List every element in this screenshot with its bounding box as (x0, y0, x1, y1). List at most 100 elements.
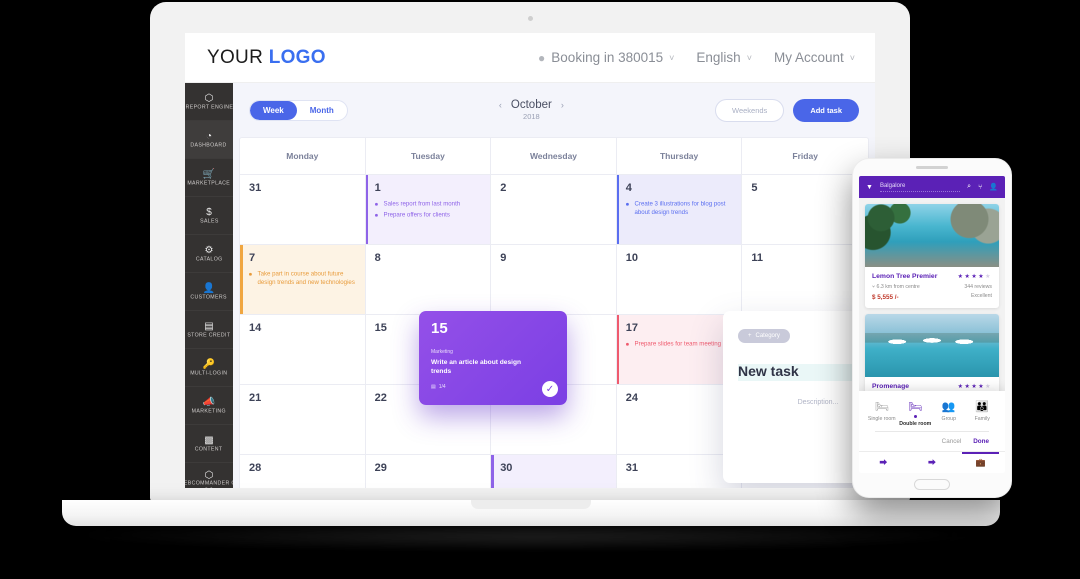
sheet-actions: Cancel Done (865, 432, 999, 445)
cell-task-item[interactable]: Prepare slides for team meeting (625, 340, 732, 349)
hotel-card[interactable]: Lemon Tree Premier ★★★★★ ⑂ 6.3 km from cen… (865, 204, 999, 308)
cell-task-list: Sales report from last month Prepare offe… (374, 200, 482, 220)
laptop-base (62, 500, 1000, 526)
weekends-button[interactable]: Weekends (715, 98, 785, 122)
cell-accent-bar (491, 455, 494, 488)
day-number: 29 (374, 462, 387, 474)
search-icon[interactable]: ⌕ (967, 183, 971, 191)
cell-task-item[interactable]: Sales report from last month (374, 200, 481, 209)
phone-home-button[interactable] (914, 479, 950, 490)
nav-item-0[interactable]: ⮕ (859, 452, 908, 473)
cell-accent-bar (616, 175, 620, 244)
cell-task-item[interactable]: Prepare offers for clients (374, 211, 481, 220)
tab-month[interactable]: Month (297, 101, 347, 120)
calendar-cell-11[interactable]: 11 (742, 244, 868, 314)
day-number: 8 (374, 252, 381, 264)
calendar-cell-28[interactable]: 28 (240, 454, 366, 488)
cell-task-item[interactable]: Take part in course about future design … (249, 270, 355, 287)
sidebar-item-label: DASHBOARD (190, 141, 228, 148)
calendar-cell-14[interactable]: 14 (240, 314, 366, 384)
calendar-cell-10[interactable]: 10 (616, 244, 743, 314)
calendar-cell-1[interactable]: 1 Sales report from last month Prepare off… (365, 174, 492, 244)
calendar-cell-30[interactable]: 30 (491, 454, 617, 488)
next-month-button[interactable]: › (561, 100, 564, 110)
sidebar-item-marketing[interactable]: 📣 MARKETING (185, 387, 233, 425)
task-card-progress: ▤ 1/4 (431, 384, 555, 390)
task-complete-icon[interactable]: ✓ (542, 381, 558, 397)
cancel-button[interactable]: Cancel (942, 438, 962, 445)
prev-month-button[interactable]: ‹ (499, 100, 502, 110)
room-option-label: Single room (867, 416, 896, 422)
account-menu[interactable]: My Account ˅ (774, 50, 855, 65)
webcam-icon (527, 16, 533, 21)
chevron-down-icon: ˅ (746, 52, 752, 63)
photo-detail (865, 204, 999, 267)
day-header-tuesday: Tuesday (366, 138, 492, 174)
search-input[interactable]: Balgalore (879, 183, 961, 192)
map-pin-icon[interactable]: ⑂ (978, 184, 982, 191)
room-option-single-room[interactable]: 🛏 Single room (865, 400, 899, 427)
calendar-cell-8[interactable]: 8 (365, 244, 492, 314)
current-month: October (510, 99, 552, 111)
tab-week[interactable]: Week (250, 100, 297, 120)
sidebar-item-dashboard[interactable]: ◔ DASHBOARD (185, 121, 233, 159)
language-label: English (696, 50, 741, 65)
bullet-icon (625, 342, 629, 346)
room-option-family[interactable]: 👪 Family (966, 400, 1000, 427)
room-option-group[interactable]: 👥 Group (932, 400, 966, 427)
add-task-button[interactable]: Add task (793, 98, 859, 122)
cell-accent-bar (240, 245, 243, 314)
sidebar-item-store-credit[interactable]: ▤ STORE CREDIT (185, 311, 233, 349)
laptop-screen: YOUR LOGO ● Booking in 380015 ˅ English … (185, 33, 875, 488)
filter-icon[interactable]: ▼ (866, 184, 873, 191)
done-button[interactable]: Done (973, 438, 989, 445)
view-toggle[interactable]: Week Month (249, 99, 348, 121)
language-selector[interactable]: English ˅ (696, 50, 752, 65)
calendar-cell-31[interactable]: 31 (240, 174, 366, 244)
sidebar-item-customers[interactable]: 👤 CUSTOMERS (185, 273, 233, 311)
task-card-15[interactable]: 15 Marketing Write an article about desi… (419, 311, 567, 405)
laptop-notch (471, 500, 591, 509)
star-rating-icon: ★★★★★ (957, 274, 992, 280)
task-card-day: 15 (431, 320, 448, 337)
sidebar-item-report-engine[interactable]: ⬡ REPORT ENGINE (185, 83, 233, 121)
category-chip[interactable]: + Category (738, 329, 790, 343)
nav-item-2[interactable]: 💼 (956, 452, 1005, 473)
sidebar-icon: ⬡ (204, 92, 214, 104)
sidebar-item-sales[interactable]: $ SALES (185, 197, 233, 235)
location-selector[interactable]: ● Booking in 380015 ˅ (538, 50, 674, 65)
sidebar-item-marketplace[interactable]: 🛒 MARKETPLACE (185, 159, 233, 197)
sidebar-icon: ◔ (205, 130, 213, 142)
calendar-cell-5[interactable]: 5 (742, 174, 868, 244)
calendar-cell-29[interactable]: 29 (365, 454, 492, 488)
sidebar-item-multi-login[interactable]: 🔑 MULTI-LOGIN (185, 349, 233, 387)
hotel-photo (865, 314, 999, 377)
bullet-icon (374, 202, 378, 206)
nav-item-1[interactable]: ⮕ (908, 452, 957, 473)
day-number: 31 (249, 182, 262, 194)
laptop-lid: YOUR LOGO ● Booking in 380015 ˅ English … (150, 2, 910, 502)
room-option-double-room[interactable]: 🛏 Double room (899, 400, 933, 427)
site-logo[interactable]: YOUR LOGO (207, 47, 326, 69)
day-number: 5 (751, 182, 758, 194)
sidebar-item-label: REPORT ENGINE (185, 103, 233, 110)
calendar-day-headers: Monday Tuesday Wednesday Thursday Friday (240, 138, 868, 174)
checklist-icon: ▤ (431, 384, 436, 390)
sidebar-item-catalog[interactable]: ⚙ CATALOG (185, 235, 233, 273)
day-number: 30 (500, 462, 513, 474)
sidebar-icon: $ (206, 206, 212, 218)
profile-icon[interactable]: 👤 (989, 183, 998, 191)
day-number: 17 (625, 322, 639, 334)
calendar-cell-21[interactable]: 21 (240, 384, 366, 454)
calendar-cell-2[interactable]: 2 (491, 174, 617, 244)
room-type-sheet: 🛏 Single room 🛏 Double room 👥 Group 👪 Family Ca… (859, 391, 1005, 451)
sidebar-item-content[interactable]: ▩ CONTENT (185, 425, 233, 463)
sidebar-item-webcommander-ce-3-0[interactable]: ⬡WEBCOMMANDER CE 3.0 (185, 463, 233, 488)
calendar-week-row: 7 Take part in course about future design… (240, 244, 868, 314)
calendar-cell-7[interactable]: 7 Take part in course about future design… (240, 244, 366, 314)
calendar-cell-9[interactable]: 9 (491, 244, 617, 314)
sidebar-item-label: MARKETPLACE (187, 179, 231, 186)
calendar-cell-4[interactable]: 4 Create 3 illustrations for blog post ab… (616, 174, 743, 244)
hotel-reviews: 344 reviews (964, 284, 992, 290)
cell-task-item[interactable]: Create 3 illustrations for blog post abo… (625, 200, 732, 217)
